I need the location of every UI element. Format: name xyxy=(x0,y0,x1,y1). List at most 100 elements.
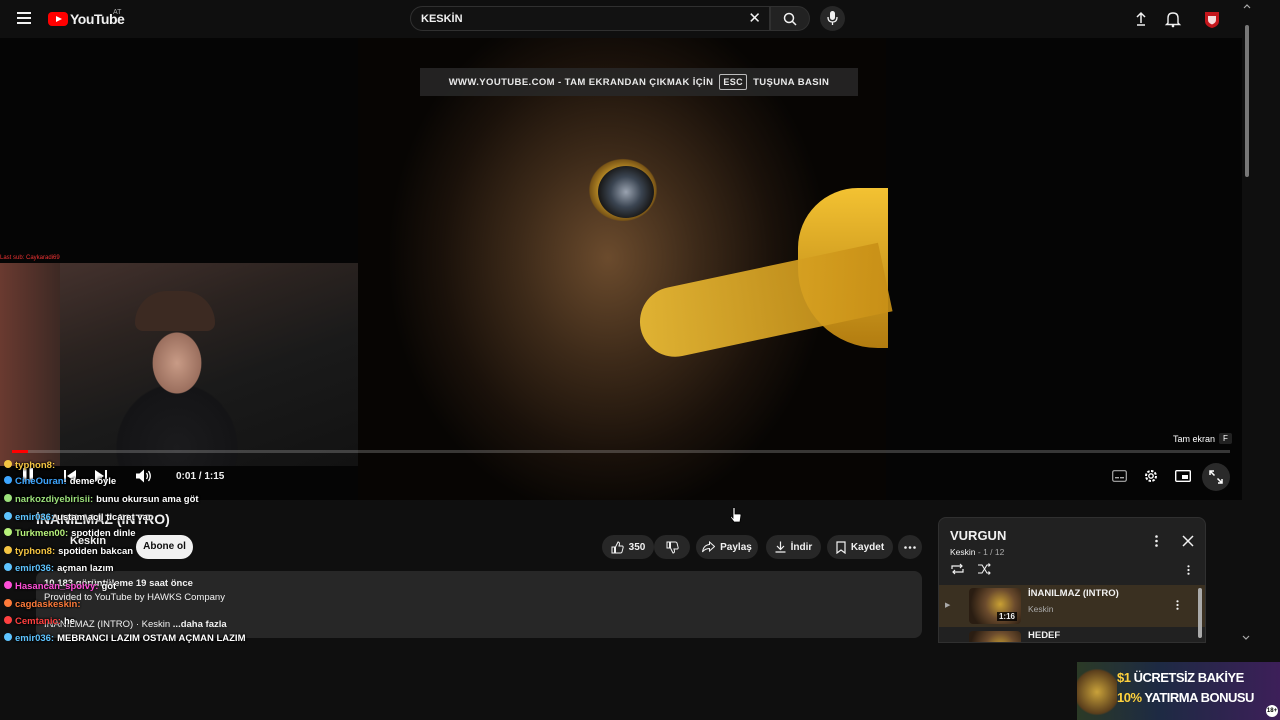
close-playlist-icon[interactable] xyxy=(1182,535,1194,547)
top-bar: YouTube AT KESKİN ✕ xyxy=(0,0,1280,38)
progress-bar[interactable] xyxy=(12,450,1230,453)
subscribe-button[interactable]: Abone ol xyxy=(136,535,193,559)
playlist-title[interactable]: VURGUN xyxy=(950,528,1006,543)
microphone-icon xyxy=(827,11,838,25)
chat-username[interactable]: Cemtanic: xyxy=(15,616,61,627)
save-label: Kaydet xyxy=(850,541,885,553)
chat-text: bunu okursun ama göt xyxy=(96,494,199,505)
eagle-beak-lower xyxy=(633,242,893,364)
playlist-item-thumbnail xyxy=(969,631,1021,642)
chat-username[interactable]: emir036: xyxy=(15,633,54,644)
age-restriction-badge: 18+ xyxy=(1266,705,1278,717)
chat-username[interactable]: typhon8: xyxy=(15,546,55,557)
scroll-down-icon[interactable] xyxy=(1241,634,1251,642)
item-artist: Keskin xyxy=(1028,604,1054,614)
miniplayer-icon[interactable] xyxy=(1175,470,1191,482)
chat-message: typhon8: xyxy=(4,460,58,471)
playlist-options-icon[interactable] xyxy=(1187,565,1190,575)
chat-badge-icon xyxy=(4,563,12,571)
show-more-link[interactable]: ...daha fazla xyxy=(173,619,227,630)
chat-text: spotiden bakcan xyxy=(58,546,134,557)
clear-search-icon[interactable]: ✕ xyxy=(748,11,761,26)
chat-message: emir036: MEBRANCI LAZIM OSTAM AÇMAN LAZIM xyxy=(4,633,245,644)
chat-text: deme öyle xyxy=(69,476,117,487)
bookmark-icon xyxy=(836,540,846,554)
casino-ad-banner[interactable]: $1 ÜCRETSİZ BAKİYE 10% YATIRMA BONUSU 18… xyxy=(1077,662,1280,720)
search-button[interactable] xyxy=(770,6,810,31)
item-menu-icon[interactable] xyxy=(1176,600,1179,610)
chat-badge-icon xyxy=(4,633,12,641)
video-player[interactable]: WWW.YOUTUBE.COM - TAM EKRANDAN ÇIKMAK İÇ… xyxy=(0,38,1242,500)
streamer-hair xyxy=(135,291,215,331)
account-avatar-icon[interactable] xyxy=(1202,9,1222,29)
item-duration: 1:16 xyxy=(996,612,1017,621)
chat-username[interactable]: typhon8: xyxy=(15,460,55,471)
more-horizontal-icon xyxy=(904,545,916,549)
chat-text: ustam acil ticaret var xyxy=(57,512,152,523)
page-scrollbar[interactable] xyxy=(1245,25,1249,177)
tooltip-text: Tam ekran xyxy=(1173,433,1216,444)
eagle-eye xyxy=(598,166,654,218)
chat-username[interactable]: emir036: xyxy=(15,512,54,523)
exit-fullscreen-button[interactable] xyxy=(1202,463,1230,491)
ad-text-1: ÜCRETSİZ BAKİYE xyxy=(1133,670,1245,685)
chat-message: CineOuran: deme öyle xyxy=(4,476,116,487)
youtube-play-icon xyxy=(48,11,68,26)
thumbs-up-icon xyxy=(611,540,624,553)
chat-username[interactable]: Turkmen00: xyxy=(15,528,68,539)
tooltip-key: F xyxy=(1219,433,1232,444)
chat-badge-icon xyxy=(4,599,12,607)
chat-badge-icon xyxy=(4,476,12,484)
chat-username[interactable]: cagdaskeskin: xyxy=(15,599,80,610)
download-icon xyxy=(775,541,786,553)
shuffle-icon[interactable] xyxy=(977,563,992,575)
chat-badge-icon xyxy=(4,616,12,624)
voice-search-button[interactable] xyxy=(820,6,845,31)
chat-message: emir036: açman lazım xyxy=(4,563,114,574)
country-code: AT xyxy=(113,9,122,16)
fullscreen-exit-notice: WWW.YOUTUBE.COM - TAM EKRANDAN ÇIKMAK İÇ… xyxy=(420,68,858,96)
chat-text: açman lazım xyxy=(57,563,114,574)
settings-gear-icon[interactable] xyxy=(1143,468,1159,484)
now-playing-icon: ▶ xyxy=(945,602,951,609)
playlist-item[interactable]: HEDEF xyxy=(939,628,1205,642)
like-button[interactable]: 350 xyxy=(602,535,654,559)
time-display: 0:01 / 1:15 xyxy=(176,471,225,482)
chat-badge-icon xyxy=(4,581,12,589)
share-button[interactable]: Paylaş xyxy=(696,535,758,559)
download-label: İndir xyxy=(790,541,813,553)
ad-line-1: $1 ÜCRETSİZ BAKİYE xyxy=(1117,670,1244,685)
chat-badge-icon xyxy=(4,460,12,468)
dislike-button[interactable] xyxy=(654,535,690,559)
chat-message: typhon8: spotiden bakcan xyxy=(4,546,133,557)
mouse-cursor-icon xyxy=(730,507,742,523)
item-title: HEDEF xyxy=(1028,630,1061,641)
scroll-up-icon[interactable] xyxy=(1242,2,1252,10)
more-actions-button[interactable] xyxy=(898,535,922,559)
download-button[interactable]: İndir xyxy=(766,535,821,559)
loop-icon[interactable] xyxy=(950,563,965,575)
chat-username[interactable]: Hasancan_spoivy: xyxy=(15,581,98,592)
chat-username[interactable]: narkozdiyebirisii: xyxy=(15,494,93,505)
ad-accent-1: $1 xyxy=(1117,670,1131,685)
save-button[interactable]: Kaydet xyxy=(827,535,893,559)
chat-text: spotiden dinle xyxy=(71,528,136,539)
chat-message: Hasancan_spoivy: göt xyxy=(4,581,116,592)
chat-username[interactable]: emir036: xyxy=(15,563,54,574)
chat-badge-icon xyxy=(4,512,12,520)
chat-username[interactable]: CineOuran: xyxy=(15,476,67,487)
search-input[interactable]: KESKİN ✕ xyxy=(410,6,770,31)
playlist-scrollbar[interactable] xyxy=(1198,588,1202,638)
playlist-item[interactable]: ▶ 1:16 İNANILMAZ (INTRO) Keskin xyxy=(939,585,1205,627)
menu-icon[interactable] xyxy=(17,12,31,24)
subtitles-icon[interactable] xyxy=(1112,470,1127,482)
notifications-bell-icon[interactable] xyxy=(1164,10,1182,28)
search-query[interactable]: KESKİN xyxy=(421,13,463,25)
volume-icon[interactable] xyxy=(136,469,152,483)
notice-text: WWW.YOUTUBE.COM - TAM EKRANDAN ÇIKMAK İÇ… xyxy=(448,76,714,88)
upload-icon[interactable] xyxy=(1132,10,1150,28)
chat-badge-icon xyxy=(4,494,12,502)
playlist-menu-icon[interactable] xyxy=(1155,535,1158,547)
exit-fullscreen-icon xyxy=(1209,470,1223,484)
playlist-channel[interactable]: Keskin xyxy=(950,547,976,557)
